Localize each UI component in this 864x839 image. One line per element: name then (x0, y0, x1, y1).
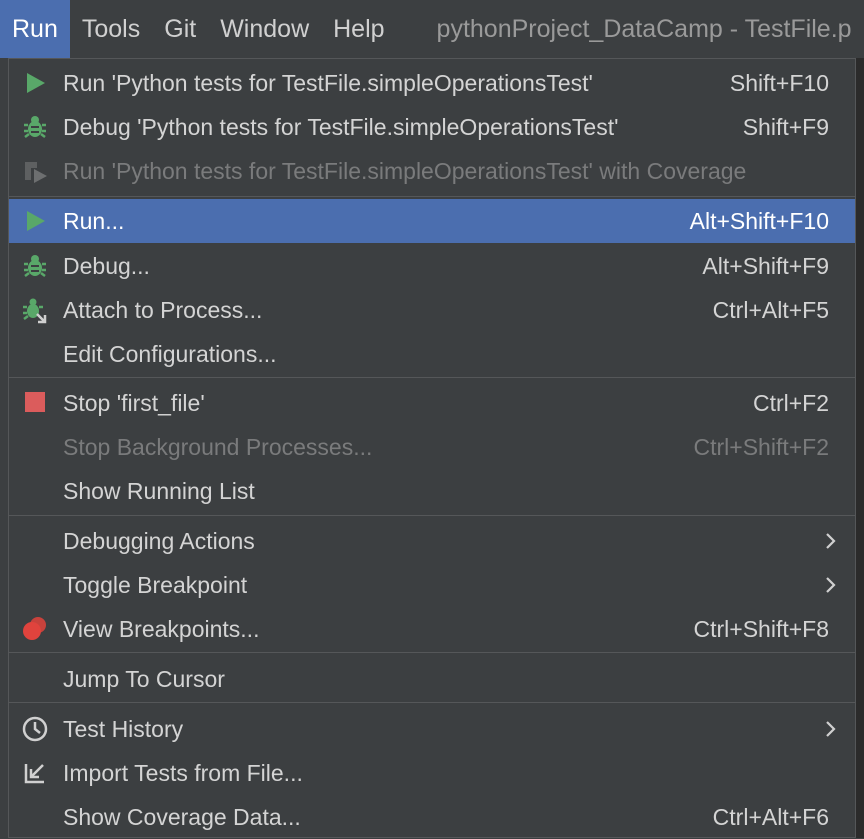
menu-item-label: Test History (63, 715, 184, 742)
menu-item-label: Run 'Python tests for TestFile.simpleOpe… (63, 157, 747, 184)
menu-item-label: Stop Background Processes... (63, 433, 373, 460)
menu-item-run[interactable]: Run... Alt+Shift+F10 (9, 199, 855, 243)
chevron-right-icon (826, 533, 836, 549)
menu-item-import-tests[interactable]: Import Tests from File... (9, 751, 855, 795)
menu-item-edit-configurations[interactable]: Edit Configurations... (9, 332, 855, 376)
menu-item-show-coverage-data[interactable]: Show Coverage Data... Ctrl+Alt+F6 (9, 795, 855, 839)
menu-bar: Run Tools Git Window Help pythonProject_… (0, 0, 864, 58)
separator (9, 515, 855, 516)
menu-item-stop-background-processes[interactable]: Stop Background Processes... Ctrl+Shift+… (9, 425, 855, 469)
menu-window[interactable]: Window (208, 0, 321, 58)
attach-bug-icon (23, 298, 47, 324)
menu-run[interactable]: Run (0, 0, 70, 58)
menu-item-label: Jump To Cursor (63, 665, 225, 692)
menu-item-label: Debug 'Python tests for TestFile.simpleO… (63, 113, 619, 140)
menu-item-debug-tests[interactable]: Debug 'Python tests for TestFile.simpleO… (9, 105, 855, 149)
menu-item-label: Debug... (63, 252, 150, 279)
chevron-right-icon (826, 721, 836, 737)
bug-icon (24, 255, 46, 277)
menu-tools[interactable]: Tools (70, 0, 152, 58)
play-icon (27, 73, 45, 93)
window-title: pythonProject_DataCamp - TestFile.p (436, 14, 852, 43)
import-icon (24, 764, 44, 784)
menu-item-shortcut: Alt+Shift+F10 (689, 207, 829, 234)
menu-item-shortcut: Ctrl+Shift+F2 (693, 433, 830, 460)
play-icon (27, 211, 45, 231)
menu-item-shortcut: Shift+F9 (742, 113, 829, 140)
background-edge (856, 58, 864, 838)
menu-item-run-tests[interactable]: Run 'Python tests for TestFile.simpleOpe… (9, 61, 855, 105)
clock-icon (22, 716, 48, 742)
menu-item-shortcut: Ctrl+Alt+F6 (712, 803, 829, 830)
menu-item-label: View Breakpoints... (63, 615, 260, 642)
menu-item-label: Toggle Breakpoint (63, 571, 248, 598)
menu-item-debug[interactable]: Debug... Alt+Shift+F9 (9, 244, 855, 288)
menu-item-jump-to-cursor[interactable]: Jump To Cursor (9, 657, 855, 701)
separator (9, 196, 855, 197)
menu-item-view-breakpoints[interactable]: View Breakpoints... Ctrl+Shift+F8 (9, 607, 855, 651)
separator (9, 702, 855, 703)
bug-icon (24, 116, 46, 138)
menu-item-test-history[interactable]: Test History (9, 707, 855, 751)
menu-item-shortcut: Ctrl+Shift+F8 (693, 615, 830, 642)
run-menu-popup: Run 'Python tests for TestFile.simpleOpe… (8, 58, 856, 838)
menu-item-stop[interactable]: Stop 'first_file' Ctrl+F2 (9, 381, 855, 425)
menu-item-label: Stop 'first_file' (63, 389, 205, 416)
menu-item-shortcut: Ctrl+F2 (752, 389, 829, 416)
menu-item-run-with-coverage[interactable]: Run 'Python tests for TestFile.simpleOpe… (9, 149, 855, 193)
chevron-right-icon (826, 577, 836, 593)
menu-item-label: Edit Configurations... (63, 340, 277, 367)
menu-item-shortcut: Ctrl+Alt+F5 (712, 296, 829, 323)
menu-git[interactable]: Git (152, 0, 208, 58)
menu-item-label: Show Running List (63, 477, 255, 504)
menu-item-shortcut: Shift+F10 (729, 69, 829, 96)
menu-item-label: Debugging Actions (63, 527, 255, 554)
stop-icon (25, 392, 45, 412)
menu-item-toggle-breakpoint[interactable]: Toggle Breakpoint (9, 563, 855, 607)
separator (9, 652, 855, 653)
breakpoints-icon (23, 617, 46, 640)
menu-item-label: Run 'Python tests for TestFile.simpleOpe… (63, 69, 593, 96)
separator (9, 377, 855, 378)
menu-item-attach-to-process[interactable]: Attach to Process... Ctrl+Alt+F5 (9, 288, 855, 332)
coverage-icon (25, 162, 47, 183)
menu-item-label: Run... (63, 207, 125, 234)
menu-item-show-running-list[interactable]: Show Running List (9, 469, 855, 513)
menu-help[interactable]: Help (321, 0, 396, 58)
menu-item-shortcut: Alt+Shift+F9 (702, 252, 829, 279)
menu-item-debugging-actions[interactable]: Debugging Actions (9, 519, 855, 563)
menu-item-label: Attach to Process... (63, 296, 263, 323)
menu-item-label: Show Coverage Data... (63, 803, 301, 830)
menu-item-label: Import Tests from File... (63, 759, 303, 786)
